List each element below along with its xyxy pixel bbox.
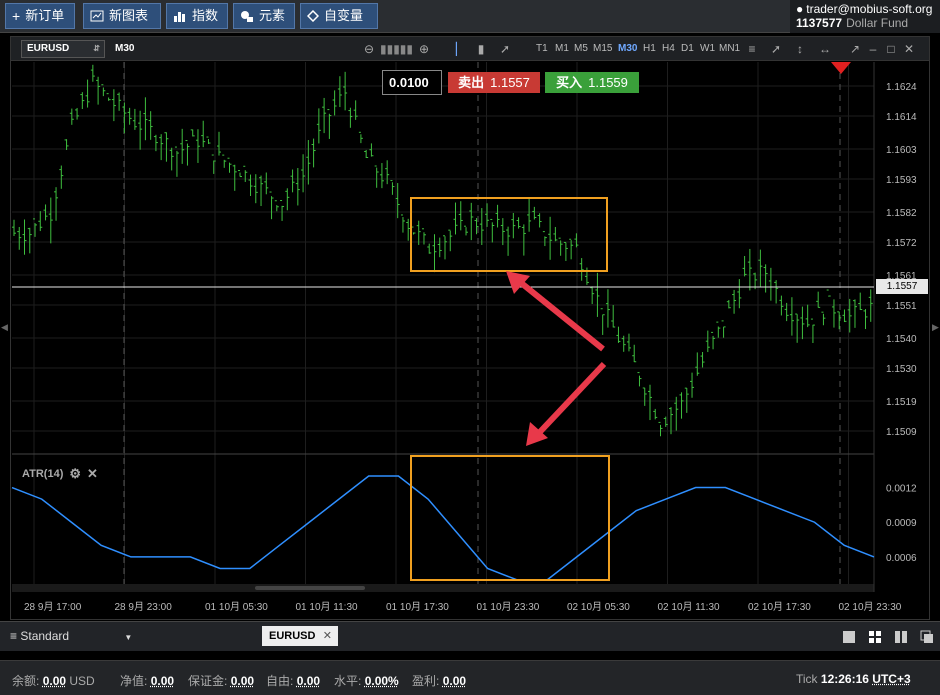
time-tick-label: 02 10月 23:30: [839, 601, 902, 613]
free-margin-label: 自由:: [266, 674, 294, 688]
single-layout-icon[interactable]: [842, 630, 856, 644]
atr-line: [11, 475, 875, 581]
sell-button[interactable]: 卖出 1.1557: [448, 72, 540, 93]
margin-level-value: 0.00%: [364, 674, 399, 688]
grid-layout-icon[interactable]: [868, 630, 882, 644]
close-icon[interactable]: ✕: [323, 626, 332, 646]
horizontal-scrollbar: [12, 584, 874, 592]
current-price-tag: 1.1557: [876, 279, 928, 294]
buy-button[interactable]: 买入 1.1559: [545, 72, 639, 93]
annotation-arrow: [535, 361, 607, 437]
balance-value: 0.00: [42, 674, 67, 688]
margin-value: 0.00: [230, 674, 255, 688]
layout-select[interactable]: ≡ Standard ▼: [10, 629, 132, 643]
chart-tab-label: EURUSD: [269, 630, 316, 642]
price-chart[interactable]: 1.1624 1.1614 1.1603 1.1593 1.1582 1.1572 1.15…: [0, 0, 940, 620]
timezone-select[interactable]: UTC+3: [872, 672, 910, 686]
profit-label: 盈利:: [412, 674, 440, 688]
time-tick-label: 02 10月 11:30: [658, 601, 721, 613]
annotation-arrow: [518, 279, 605, 352]
atr-tick-label: 0.0009: [886, 518, 917, 529]
price-tick-label: 1.1572: [886, 238, 917, 249]
tick-label: Tick: [796, 672, 818, 686]
buy-price: 1.1559: [588, 75, 628, 90]
equity-label: 净值:: [120, 674, 148, 688]
balance-label: 余额:: [12, 674, 40, 688]
atr-tick-label: 0.0012: [886, 484, 917, 495]
price-tick-label: 1.1624: [886, 82, 917, 93]
time-tick-label: 02 10月 05:30: [567, 601, 630, 613]
highlight-box-price: [410, 197, 608, 272]
margin-level-label: 水平:: [334, 674, 362, 688]
chevron-down-icon: ▼: [124, 633, 133, 642]
time-tick-label: 01 10月 05:30: [205, 601, 268, 613]
server-time: 12:26:16: [820, 672, 869, 686]
sell-label: 卖出: [458, 75, 485, 90]
price-tick-label: 1.1551: [886, 301, 917, 312]
atr-tick-label: 0.0006: [886, 553, 917, 564]
account-status-bar: 余额: 0.00 USD 净值: 0.00 保证金: 0.00 自由: 0.00…: [0, 660, 940, 695]
time-tick-label: 28 9月 17:00: [24, 601, 82, 613]
price-tick-label: 1.1540: [886, 334, 917, 345]
close-icon[interactable]: ✕: [87, 466, 98, 482]
price-tick-label: 1.1593: [886, 175, 917, 186]
margin-label: 保证金:: [188, 674, 228, 688]
price-tick-label: 1.1509: [886, 427, 917, 438]
lot-size-input[interactable]: 0.0100: [382, 70, 442, 95]
profit-value: 0.00: [442, 674, 467, 688]
cascade-layout-icon[interactable]: [920, 630, 934, 644]
price-tick-label: 1.1603: [886, 145, 917, 156]
highlight-box-atr: [410, 455, 610, 581]
time-tick-label: 01 10月 23:30: [477, 601, 540, 613]
scrollbar-thumb: [255, 586, 365, 590]
price-tick-label: 1.1530: [886, 364, 917, 375]
gear-icon[interactable]: ⚙: [69, 466, 81, 482]
equity-value: 0.00: [150, 674, 175, 688]
price-tick-label: 1.1519: [886, 397, 917, 408]
price-tick-label: 1.1582: [886, 208, 917, 219]
atr-label: ATR(14): [22, 468, 64, 480]
time-tick-label: 02 10月 17:30: [748, 601, 811, 613]
chart-tab-eurusd[interactable]: EURUSD ✕: [262, 626, 338, 646]
currency-label: USD: [69, 674, 95, 688]
menu-icon: ≡: [10, 629, 18, 643]
layout-name: Standard: [20, 629, 70, 643]
buy-label: 买入: [556, 75, 583, 90]
time-tick-label: 28 9月 23:00: [115, 601, 173, 613]
sell-price: 1.1557: [490, 75, 530, 90]
price-tick-label: 1.1614: [886, 112, 917, 123]
workspace-tab-bar: ≡ Standard ▼ EURUSD ✕: [0, 621, 940, 651]
atr-indicator-header: ATR(14) ⚙ ✕: [22, 466, 98, 482]
columns-layout-icon[interactable]: [894, 630, 908, 644]
time-tick-label: 01 10月 17:30: [386, 601, 449, 613]
time-tick-label: 01 10月 11:30: [296, 601, 359, 613]
free-margin-value: 0.00: [296, 674, 321, 688]
